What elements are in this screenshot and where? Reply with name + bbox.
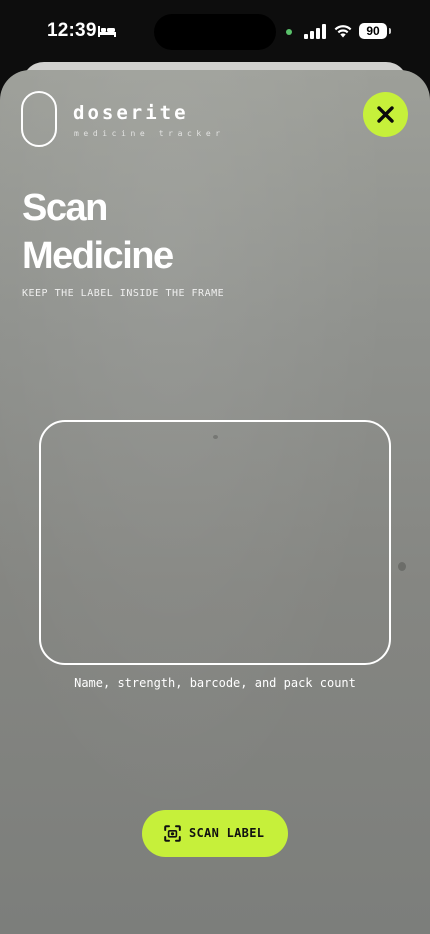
scan-label-text: SCAN LABEL <box>189 826 265 840</box>
brand-tagline: medicine tracker <box>74 129 225 138</box>
scan-label-button[interactable]: SCAN LABEL <box>142 810 288 857</box>
battery-level: 90 <box>366 24 380 38</box>
frame-caption: Name, strength, barcode, and pack count <box>74 676 356 690</box>
status-time: 12:39 <box>47 20 97 41</box>
title-line-2: Medicine <box>22 235 174 277</box>
status-bar: 12:39 90 <box>0 0 430 62</box>
bed-icon <box>98 26 116 37</box>
camera-sheet: doserite medicine tracker Scan Medicine … <box>0 70 430 934</box>
close-icon <box>377 106 394 123</box>
scan-frame <box>39 420 391 665</box>
camera-speck <box>398 562 406 571</box>
dynamic-island <box>154 14 276 50</box>
scan-medicine-screen: 12:39 90 doserite medicine tracker Scan … <box>0 0 430 934</box>
signal-icon <box>304 24 326 39</box>
app-logo <box>21 91 57 147</box>
close-button[interactable] <box>363 92 408 137</box>
page-title: Scan Medicine <box>22 184 322 280</box>
wifi-icon <box>334 25 352 38</box>
title-line-1: Scan <box>22 187 108 229</box>
scan-icon <box>164 825 181 842</box>
camera-indicator-dot <box>286 29 292 35</box>
battery-cap <box>389 28 391 34</box>
battery-icon: 90 <box>359 23 387 39</box>
page-subtitle: KEEP THE LABEL INSIDE THE FRAME <box>22 288 225 299</box>
brand-name: doserite <box>73 102 189 124</box>
